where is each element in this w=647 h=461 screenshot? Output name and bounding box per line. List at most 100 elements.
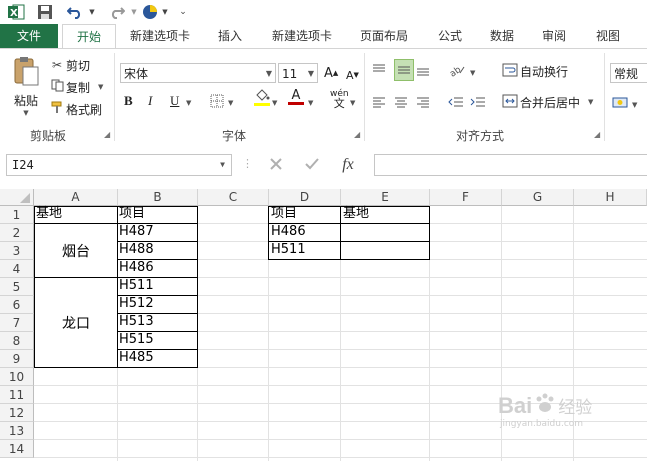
column-header-g[interactable]: G: [502, 189, 574, 206]
paste-button[interactable]: 粘贴 ▼: [8, 55, 44, 117]
orientation-icon[interactable]: ab: [448, 59, 466, 81]
decrease-indent-icon[interactable]: [448, 91, 468, 113]
copy-button[interactable]: 复制 ▼: [48, 77, 103, 97]
font-size-combo[interactable]: 11 ▼: [278, 63, 318, 83]
column-header-d[interactable]: D: [269, 189, 341, 206]
borders-dropdown-icon[interactable]: ▼: [228, 93, 233, 113]
tab-file[interactable]: 文件: [0, 24, 58, 48]
insert-function-icon[interactable]: fx: [330, 156, 366, 174]
merged-cell-longkou[interactable]: 龙口: [35, 278, 117, 367]
cell-d3[interactable]: H511: [270, 241, 306, 259]
underline-button[interactable]: U: [170, 91, 179, 111]
row-header-5[interactable]: 5: [0, 278, 34, 296]
tab-view[interactable]: 视图: [586, 24, 630, 48]
orientation-dropdown-icon[interactable]: ▼: [470, 63, 475, 83]
cell-d1[interactable]: 项目: [270, 205, 297, 223]
font-color-dropdown-icon[interactable]: ▼: [308, 93, 313, 113]
redo-dropdown-icon[interactable]: ▼: [130, 3, 138, 21]
tab-home[interactable]: 开始: [62, 24, 116, 50]
row-header-4[interactable]: 4: [0, 260, 34, 278]
format-painter-button[interactable]: 格式刷: [48, 99, 102, 119]
column-header-e[interactable]: E: [341, 189, 430, 206]
underline-dropdown-icon[interactable]: ▼: [186, 93, 191, 113]
row-header-3[interactable]: 3: [0, 242, 34, 260]
decrease-font-icon[interactable]: A ▼: [346, 65, 359, 85]
align-top-icon[interactable]: [372, 59, 392, 81]
cell-d2[interactable]: H486: [270, 223, 306, 241]
phonetic-dropdown-icon[interactable]: ▼: [350, 93, 355, 113]
row-header-8[interactable]: 8: [0, 332, 34, 350]
row-header-9[interactable]: 9: [0, 350, 34, 368]
column-header-h[interactable]: H: [574, 189, 647, 206]
increase-font-icon[interactable]: A ▲: [324, 63, 338, 83]
wrap-text-button[interactable]: 自动换行: [500, 61, 568, 81]
increase-indent-icon[interactable]: [470, 91, 490, 113]
column-header-c[interactable]: C: [198, 189, 269, 206]
customize-toolbar-icon[interactable]: ⌄: [178, 3, 188, 21]
clipboard-launcher-icon[interactable]: ◢: [104, 130, 110, 139]
row-header-13[interactable]: 13: [0, 422, 34, 440]
align-left-icon[interactable]: [372, 91, 392, 113]
cell-b8[interactable]: H515: [118, 331, 154, 349]
font-name-combo[interactable]: 宋体 ▼: [120, 63, 276, 83]
tab-formulas[interactable]: 公式: [428, 24, 472, 48]
row-header-12[interactable]: 12: [0, 404, 34, 422]
row-header-11[interactable]: 11: [0, 386, 34, 404]
cell-b4[interactable]: H486: [118, 259, 154, 277]
phonetic-button[interactable]: wén 文: [330, 89, 349, 111]
save-icon[interactable]: [34, 3, 56, 21]
fill-color-dropdown-icon[interactable]: ▼: [272, 93, 277, 113]
font-color-icon[interactable]: A: [288, 89, 304, 111]
merge-center-button[interactable]: 合并后居中 ▼: [500, 92, 593, 112]
cell-b9[interactable]: H485: [118, 349, 154, 367]
cell-e1[interactable]: 基地: [342, 205, 369, 223]
chart-dropdown-icon[interactable]: ▼: [161, 3, 169, 21]
tab-new-2[interactable]: 新建选项卡: [262, 24, 342, 48]
align-bottom-icon[interactable]: [416, 59, 436, 81]
row-header-7[interactable]: 7: [0, 314, 34, 332]
alignment-launcher-icon[interactable]: ◢: [594, 130, 600, 139]
tab-new-1[interactable]: 新建选项卡: [120, 24, 200, 48]
name-box[interactable]: I24 ▼: [6, 154, 232, 176]
number-format-combo[interactable]: 常规: [610, 63, 647, 83]
undo-icon[interactable]: [64, 3, 86, 21]
italic-button[interactable]: I: [148, 91, 152, 111]
font-launcher-icon[interactable]: ◢: [354, 130, 360, 139]
align-right-icon[interactable]: [416, 91, 436, 113]
tab-page-layout[interactable]: 页面布局: [350, 24, 418, 48]
undo-dropdown-icon[interactable]: ▼: [88, 3, 96, 21]
currency-dropdown-icon[interactable]: ▼: [632, 95, 637, 115]
tab-review[interactable]: 审阅: [532, 24, 576, 48]
cell-b5[interactable]: H511: [118, 277, 154, 295]
align-middle-icon[interactable]: [394, 59, 414, 81]
tab-data[interactable]: 数据: [480, 24, 524, 48]
cell-b3[interactable]: H488: [118, 241, 154, 259]
cell-b7[interactable]: H513: [118, 313, 154, 331]
tab-insert[interactable]: 插入: [208, 24, 252, 48]
cell-b1[interactable]: 项目: [118, 205, 145, 223]
column-header-a[interactable]: A: [34, 189, 118, 206]
column-header-b[interactable]: B: [118, 189, 198, 206]
row-header-2[interactable]: 2: [0, 224, 34, 242]
align-center-icon[interactable]: [394, 91, 414, 113]
row-header-10[interactable]: 10: [0, 368, 34, 386]
cell-b2[interactable]: H487: [118, 223, 154, 241]
enter-icon[interactable]: [294, 157, 330, 174]
merged-cell-yantai[interactable]: 烟台: [35, 224, 117, 277]
fill-color-icon[interactable]: [254, 89, 270, 111]
chart-pie-icon[interactable]: [140, 3, 160, 21]
bold-button[interactable]: B: [124, 91, 133, 111]
currency-format-icon[interactable]: [612, 93, 630, 113]
select-all-button[interactable]: [0, 189, 34, 206]
column-header-f[interactable]: F: [430, 189, 502, 206]
cut-button[interactable]: ✂ 剪切: [48, 55, 90, 75]
redo-icon[interactable]: [106, 3, 128, 21]
row-header-6[interactable]: 6: [0, 296, 34, 314]
cell-b6[interactable]: H512: [118, 295, 154, 313]
cell-a1[interactable]: 基地: [35, 205, 62, 223]
row-header-1[interactable]: 1: [0, 206, 34, 224]
formula-input[interactable]: [374, 154, 647, 176]
borders-icon[interactable]: [210, 91, 224, 111]
cancel-icon[interactable]: [258, 157, 294, 174]
row-header-14[interactable]: 14: [0, 440, 34, 458]
